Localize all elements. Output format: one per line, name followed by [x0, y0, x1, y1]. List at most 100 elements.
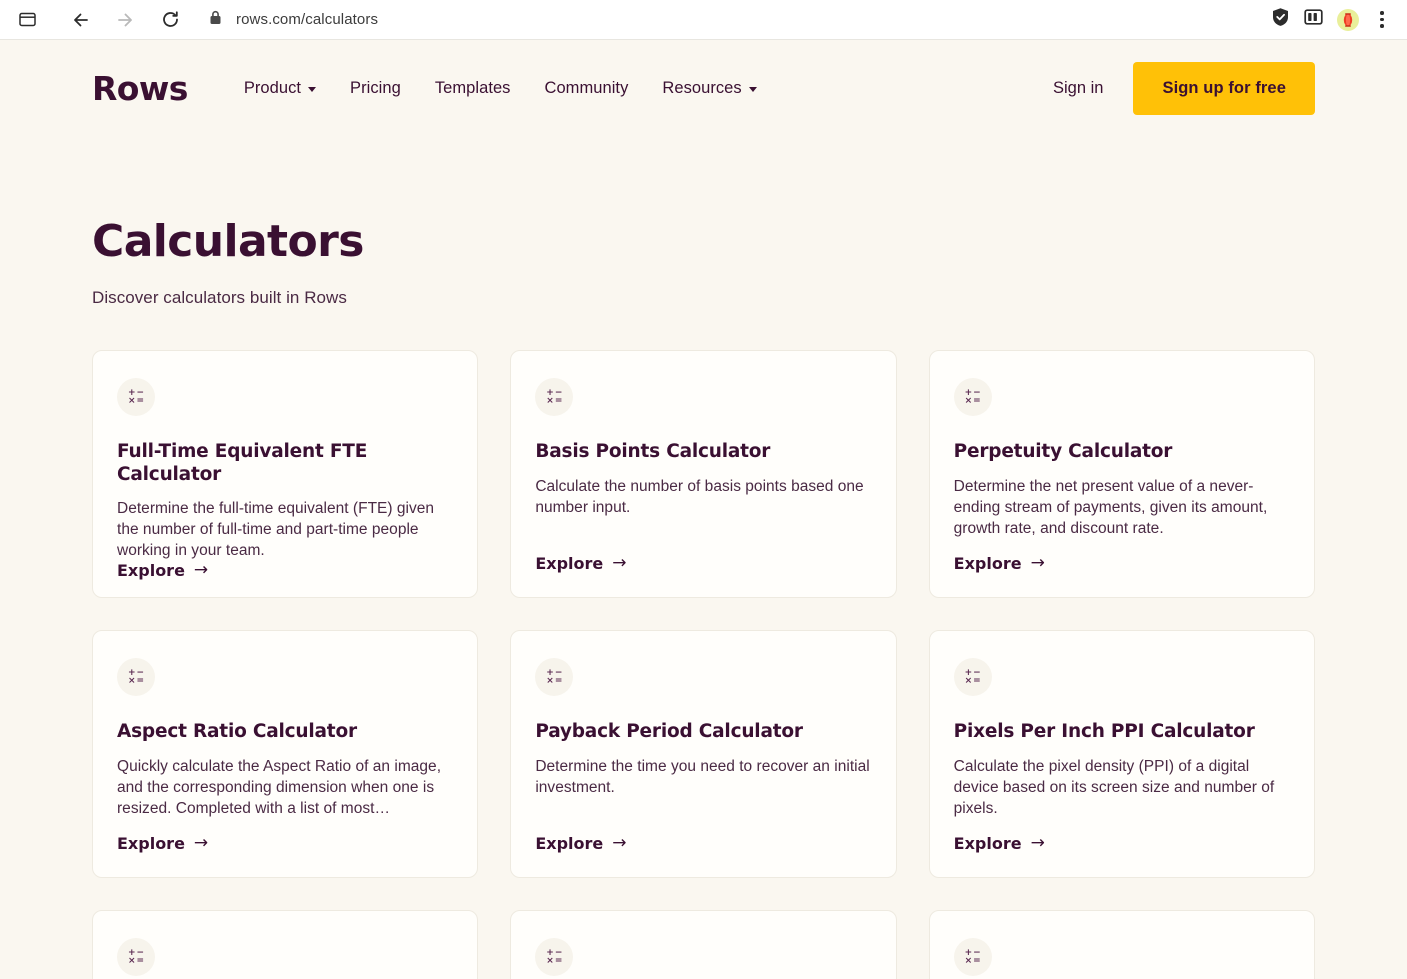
- calculator-card[interactable]: + − × = Aspect Ratio Calculator Quickly calcu…: [92, 630, 479, 879]
- page-title: Calculators: [92, 216, 364, 267]
- equals-glyph: =: [136, 396, 145, 407]
- nav-label: Templates: [434, 78, 511, 97]
- kebab-menu-icon[interactable]: [1373, 11, 1391, 28]
- equals-glyph: =: [554, 956, 563, 967]
- split-view-icon[interactable]: [1304, 8, 1323, 31]
- calculator-card[interactable]: +−×=CAC LTV RatioQuickly calculate the C…: [92, 910, 479, 979]
- back-arrow-icon[interactable]: [64, 3, 98, 37]
- calculator-icon: + − × =: [953, 658, 992, 697]
- forward-arrow-icon: [108, 3, 142, 37]
- times-glyph: ×: [546, 676, 554, 687]
- calculator-description: Quickly calculate the Aspect Ratio of an…: [117, 757, 442, 817]
- profile-avatar[interactable]: [1337, 8, 1359, 31]
- rows-logo[interactable]: Rows: [92, 72, 188, 105]
- explore-label: Explore: [117, 560, 185, 580]
- calculator-icon: + − × =: [117, 658, 155, 697]
- page-viewport: Rows Product Pricing Templates Community…: [0, 40, 1407, 979]
- header-actions: Sign in Sign up for free: [1053, 61, 1315, 115]
- calculator-title: Payback Period Calculator: [535, 721, 803, 743]
- calculator-icon: + − × =: [535, 938, 574, 977]
- calculator-title: Pixels Per Inch PPI Calculator: [953, 721, 1255, 743]
- calculator-icon: + − × =: [953, 378, 992, 417]
- calculator-description: Determine the time you need to recover a…: [535, 757, 870, 796]
- times-glyph: ×: [546, 396, 554, 407]
- arrow-right-icon: →: [193, 559, 209, 580]
- equals-glyph: =: [554, 396, 563, 407]
- shield-check-icon[interactable]: [1271, 7, 1290, 32]
- nav-label: Resources: [662, 78, 742, 97]
- math-symbols-icon: + − × =: [127, 949, 145, 967]
- explore-link[interactable]: Explore →: [117, 834, 453, 853]
- nav-item-templates[interactable]: Templates: [435, 79, 511, 98]
- nav-item-pricing[interactable]: Pricing: [350, 79, 401, 98]
- equals-glyph: =: [136, 676, 145, 687]
- chevron-down-icon: [308, 86, 317, 92]
- math-symbols-icon: + − × =: [964, 389, 981, 407]
- explore-label: Explore: [535, 554, 604, 574]
- arrow-right-icon: →: [1030, 553, 1045, 574]
- calculator-icon: + − × =: [117, 938, 155, 977]
- times-glyph: ×: [127, 956, 136, 967]
- calculator-icon: + − × =: [117, 378, 155, 417]
- arrow-right-icon: →: [193, 833, 209, 854]
- calculator-description: Determine the net present value of a nev…: [953, 477, 1268, 537]
- calculator-card[interactable]: + − × = Payback Period Calculator Determine t…: [510, 630, 897, 879]
- sidebar-toggle-icon[interactable]: [10, 3, 44, 37]
- calculator-title: Perpetuity Calculator: [953, 441, 1173, 463]
- equals-glyph: =: [136, 956, 145, 967]
- explore-label: Explore: [953, 834, 1022, 854]
- times-glyph: ×: [964, 396, 973, 407]
- page-subtitle: Discover calculators built in Rows: [92, 288, 347, 308]
- times-glyph: ×: [964, 676, 973, 687]
- calculator-card[interactable]: + − × = Perpetuity Calculator Determine the n…: [928, 350, 1315, 599]
- address-bar[interactable]: rows.com/calculators: [209, 10, 1271, 30]
- times-glyph: ×: [964, 956, 973, 967]
- equals-glyph: =: [973, 676, 981, 687]
- math-symbols-icon: + − × =: [964, 949, 981, 967]
- explore-link[interactable]: Explore →: [535, 834, 871, 853]
- main-nav: Product Pricing Templates Community Reso…: [244, 79, 757, 98]
- explore-link[interactable]: Explore →: [535, 554, 871, 573]
- nav-label: Pricing: [350, 78, 401, 97]
- calculator-card[interactable]: +−×=Post-money Valuation CalculatorDeter…: [510, 910, 897, 979]
- nav-item-resources[interactable]: Resources: [662, 78, 757, 98]
- math-symbols-icon: + − × =: [546, 669, 562, 687]
- equals-glyph: =: [973, 956, 981, 967]
- lock-icon: [209, 10, 222, 30]
- calculator-title: Basis Points Calculator: [535, 441, 771, 463]
- sign-up-button[interactable]: Sign up for free: [1133, 61, 1315, 115]
- math-symbols-icon: + − × =: [546, 389, 563, 407]
- nav-item-community[interactable]: Community: [544, 79, 628, 98]
- calculator-grid: + − × = Full-Time Equivalent FTE Calculator D…: [92, 350, 1315, 979]
- explore-link[interactable]: Explore →: [117, 561, 453, 580]
- math-symbols-icon: + − × =: [127, 669, 145, 687]
- nav-label: Product: [243, 78, 302, 97]
- nav-item-product[interactable]: Product: [243, 78, 317, 98]
- reload-icon[interactable]: [153, 3, 187, 37]
- calculator-card[interactable]: + − × = Full-Time Equivalent FTE Calculator D…: [92, 350, 479, 599]
- calculator-card[interactable]: +−×=Confidence Interval CalculatorCalcul…: [928, 910, 1315, 979]
- explore-link[interactable]: Explore →: [954, 554, 1290, 573]
- chevron-down-icon: [748, 86, 757, 92]
- calculator-title: Aspect Ratio Calculator: [117, 721, 357, 743]
- site-header: Rows Product Pricing Templates Community…: [0, 40, 1407, 136]
- times-glyph: ×: [127, 676, 136, 687]
- explore-link[interactable]: Explore →: [954, 834, 1290, 853]
- equals-glyph: =: [973, 396, 981, 407]
- calculator-description: Calculate the number of basis points bas…: [535, 477, 864, 516]
- sign-in-link[interactable]: Sign in: [1053, 79, 1103, 98]
- arrow-right-icon: →: [612, 553, 627, 574]
- nav-label: Community: [544, 78, 629, 97]
- calculator-icon: + − × =: [535, 658, 574, 697]
- calculator-card[interactable]: + − × = Basis Points Calculator Calculate the…: [510, 350, 897, 599]
- math-symbols-icon: + − × =: [964, 669, 981, 687]
- calculator-title: Full-Time Equivalent FTE Calculator: [117, 441, 368, 485]
- explore-label: Explore: [953, 554, 1022, 574]
- math-symbols-icon: + − × =: [128, 389, 145, 407]
- arrow-right-icon: →: [612, 833, 627, 854]
- url-text: rows.com/calculators: [236, 11, 379, 28]
- browser-toolbar-actions: [1271, 7, 1397, 32]
- calculator-card[interactable]: + − × = Pixels Per Inch PPI Calculator Calcul…: [928, 630, 1315, 879]
- calculator-description: Calculate the pixel density (PPI) of a d…: [953, 757, 1275, 817]
- calculator-description: Determine the full-time equivalent (FTE)…: [117, 499, 435, 559]
